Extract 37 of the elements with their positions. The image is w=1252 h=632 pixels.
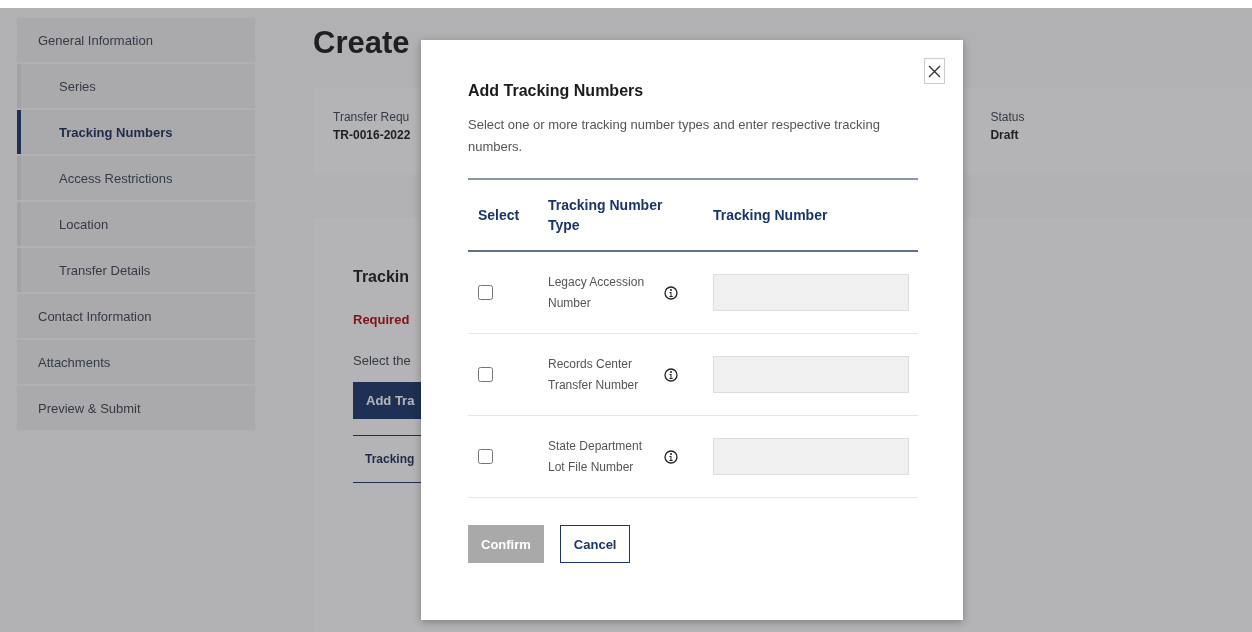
sidebar-item[interactable]: Series — [17, 64, 255, 108]
select-checkbox[interactable] — [478, 449, 493, 464]
tracking-type: State Department Lot File Number — [548, 437, 644, 476]
tracking-number-field[interactable] — [713, 438, 909, 475]
column-header: Select — [477, 206, 521, 225]
instruction-text: Select the — [353, 353, 411, 368]
tracking-number-field[interactable] — [713, 356, 909, 393]
field-value: TR-0016-2022 — [333, 128, 411, 142]
tracking-type: Records Center Transfer Number — [548, 355, 640, 394]
section-title: Trackin — [353, 268, 410, 286]
close-button[interactable] — [924, 58, 945, 84]
modal-description: Select one or more tracking number types and enter respective tracking numbers. — [468, 116, 881, 156]
info-icon[interactable] — [664, 449, 678, 464]
required-label: Required — [353, 312, 410, 327]
sidebar-item[interactable]: Transfer Details — [17, 248, 255, 292]
tracking-type: Legacy Accession Number — [548, 273, 646, 312]
info-icon[interactable] — [664, 367, 678, 382]
sidebar-item[interactable]: Tracking Numbers — [17, 110, 255, 154]
select-checkbox[interactable] — [478, 285, 493, 300]
column-header: Tracking Number — [713, 206, 829, 225]
column-header: Tracking Number Type — [548, 196, 664, 235]
close-icon — [928, 64, 941, 78]
select-checkbox[interactable] — [478, 367, 493, 382]
sidebar-item[interactable]: Access Restrictions — [17, 156, 255, 200]
sidebar-item[interactable]: Contact Information — [17, 294, 255, 338]
field-label: Transfer Requ — [333, 110, 411, 124]
sidebar-item[interactable]: General Information — [17, 18, 255, 62]
sidebar-item[interactable]: Attachments — [17, 340, 255, 384]
info-icon[interactable] — [664, 285, 678, 300]
sidebar-item[interactable]: Location — [17, 202, 255, 246]
page-title: Create — [313, 24, 410, 62]
modal-title: Add Tracking Numbers — [468, 82, 645, 100]
sidebar-item[interactable]: Preview & Submit — [17, 386, 255, 430]
cancel-button[interactable]: Cancel — [559, 525, 631, 563]
field-label: Status — [990, 110, 1025, 124]
tracking-number-field[interactable] — [713, 274, 909, 311]
field-value: Draft — [990, 128, 1020, 142]
